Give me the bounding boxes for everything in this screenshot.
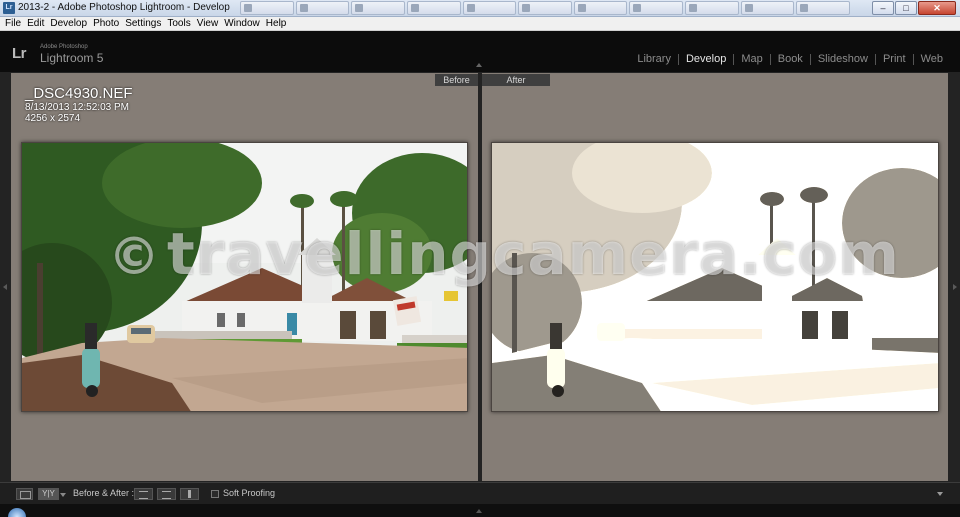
- menu-photo[interactable]: Photo: [92, 17, 124, 30]
- photo-filename: _DSC4930.NEF: [25, 85, 133, 102]
- menu-file[interactable]: File: [4, 17, 26, 30]
- module-map[interactable]: Map: [734, 52, 769, 66]
- module-library[interactable]: Library: [630, 52, 678, 66]
- module-print[interactable]: Print: [876, 52, 913, 66]
- expand-filmstrip-icon[interactable]: [476, 509, 482, 513]
- before-after-label: Before & After :: [73, 488, 135, 498]
- taskbar-item[interactable]: [295, 1, 350, 15]
- module-develop[interactable]: Develop: [679, 52, 733, 66]
- menu-bar: File Edit Develop Photo Settings Tools V…: [0, 17, 960, 31]
- after-photo[interactable]: [491, 142, 939, 412]
- menu-window[interactable]: Window: [223, 17, 265, 30]
- collapse-top-panel-icon[interactable]: [476, 63, 482, 67]
- taskbar-item[interactable]: [740, 1, 795, 15]
- develop-view: Before _DSC4930.NEF 8/13/2013 12:52:03 P…: [0, 72, 960, 482]
- develop-toolbar: Y|Y Before & After : Soft Proofing: [0, 482, 960, 504]
- taskbar-item[interactable]: [240, 1, 294, 15]
- view-mode-label: Y|Y: [42, 489, 55, 498]
- chevron-down-icon[interactable]: [60, 493, 66, 497]
- maximize-button[interactable]: □: [895, 1, 917, 15]
- photo-info-overlay: _DSC4930.NEF 8/13/2013 12:52:03 PM 4256 …: [25, 85, 133, 125]
- before-photo[interactable]: [21, 142, 468, 412]
- taskbar-item[interactable]: [406, 1, 461, 15]
- lightroom-window: Lr 2013-2 - Adobe Photoshop Lightroom - …: [0, 0, 960, 517]
- photo-datetime: 8/13/2013 12:52:03 PM: [25, 102, 129, 113]
- menu-view[interactable]: View: [196, 17, 224, 30]
- taskbar-item[interactable]: [685, 1, 739, 15]
- minimize-button[interactable]: –: [872, 1, 894, 15]
- soft-proofing-checkbox[interactable]: [211, 490, 219, 498]
- taskbar-item[interactable]: [796, 1, 851, 15]
- taskbar-item[interactable]: [573, 1, 628, 15]
- photo-dimensions: 4256 x 2574: [25, 113, 81, 124]
- taskbar-item[interactable]: [518, 1, 572, 15]
- after-photo-image: [492, 143, 938, 411]
- window-title: 2013-2 - Adobe Photoshop Lightroom - Dev…: [18, 2, 230, 13]
- taskbar-item[interactable]: [462, 1, 517, 15]
- expand-left-panel-icon[interactable]: [3, 284, 7, 290]
- before-photo-image: [22, 143, 467, 411]
- module-slideshow[interactable]: Slideshow: [811, 52, 875, 66]
- after-pane: After: [482, 73, 948, 481]
- window-titlebar: Lr 2013-2 - Adobe Photoshop Lightroom - …: [0, 0, 960, 17]
- soft-proofing-label: Soft Proofing: [223, 488, 276, 498]
- menu-settings[interactable]: Settings: [124, 17, 166, 30]
- taskbar-item[interactable]: [351, 1, 405, 15]
- brand-vendor: Adobe Photoshop: [40, 44, 88, 50]
- menu-tools[interactable]: Tools: [166, 17, 195, 30]
- lightroom-logo: Lr: [12, 45, 27, 62]
- module-picker: Library Develop Map Book Slideshow Print…: [630, 52, 950, 66]
- close-button[interactable]: ✕: [918, 1, 956, 15]
- taskbar-item[interactable]: [629, 1, 684, 15]
- before-pane: Before _DSC4930.NEF 8/13/2013 12:52:03 P…: [11, 73, 478, 481]
- taskbar-strip: [240, 1, 851, 16]
- windows-start-orb-icon[interactable]: [8, 508, 26, 517]
- expand-right-panel-icon[interactable]: [953, 284, 957, 290]
- toolbar-content-menu-icon[interactable]: [937, 492, 943, 496]
- module-web[interactable]: Web: [914, 52, 950, 66]
- menu-edit[interactable]: Edit: [26, 17, 49, 30]
- before-after-view-button[interactable]: Y|Y: [38, 488, 66, 500]
- before-label: Before: [435, 74, 478, 86]
- menu-help[interactable]: Help: [265, 17, 292, 30]
- module-book[interactable]: Book: [771, 52, 810, 66]
- identity-plate-bar: Lr Adobe Photoshop Lightroom 5 Library D…: [0, 31, 960, 72]
- loupe-view-button[interactable]: [16, 488, 33, 500]
- window-controls: – □ ✕: [872, 1, 956, 15]
- app-icon: Lr: [3, 2, 15, 14]
- copy-after-to-before-button[interactable]: [157, 488, 176, 500]
- swap-before-after-button[interactable]: [180, 488, 199, 500]
- copy-before-to-after-button[interactable]: [134, 488, 153, 500]
- brand-product: Lightroom 5: [40, 51, 104, 65]
- menu-develop[interactable]: Develop: [49, 17, 92, 30]
- filmstrip-collapsed-bar: [0, 504, 960, 517]
- after-label: After: [482, 74, 550, 86]
